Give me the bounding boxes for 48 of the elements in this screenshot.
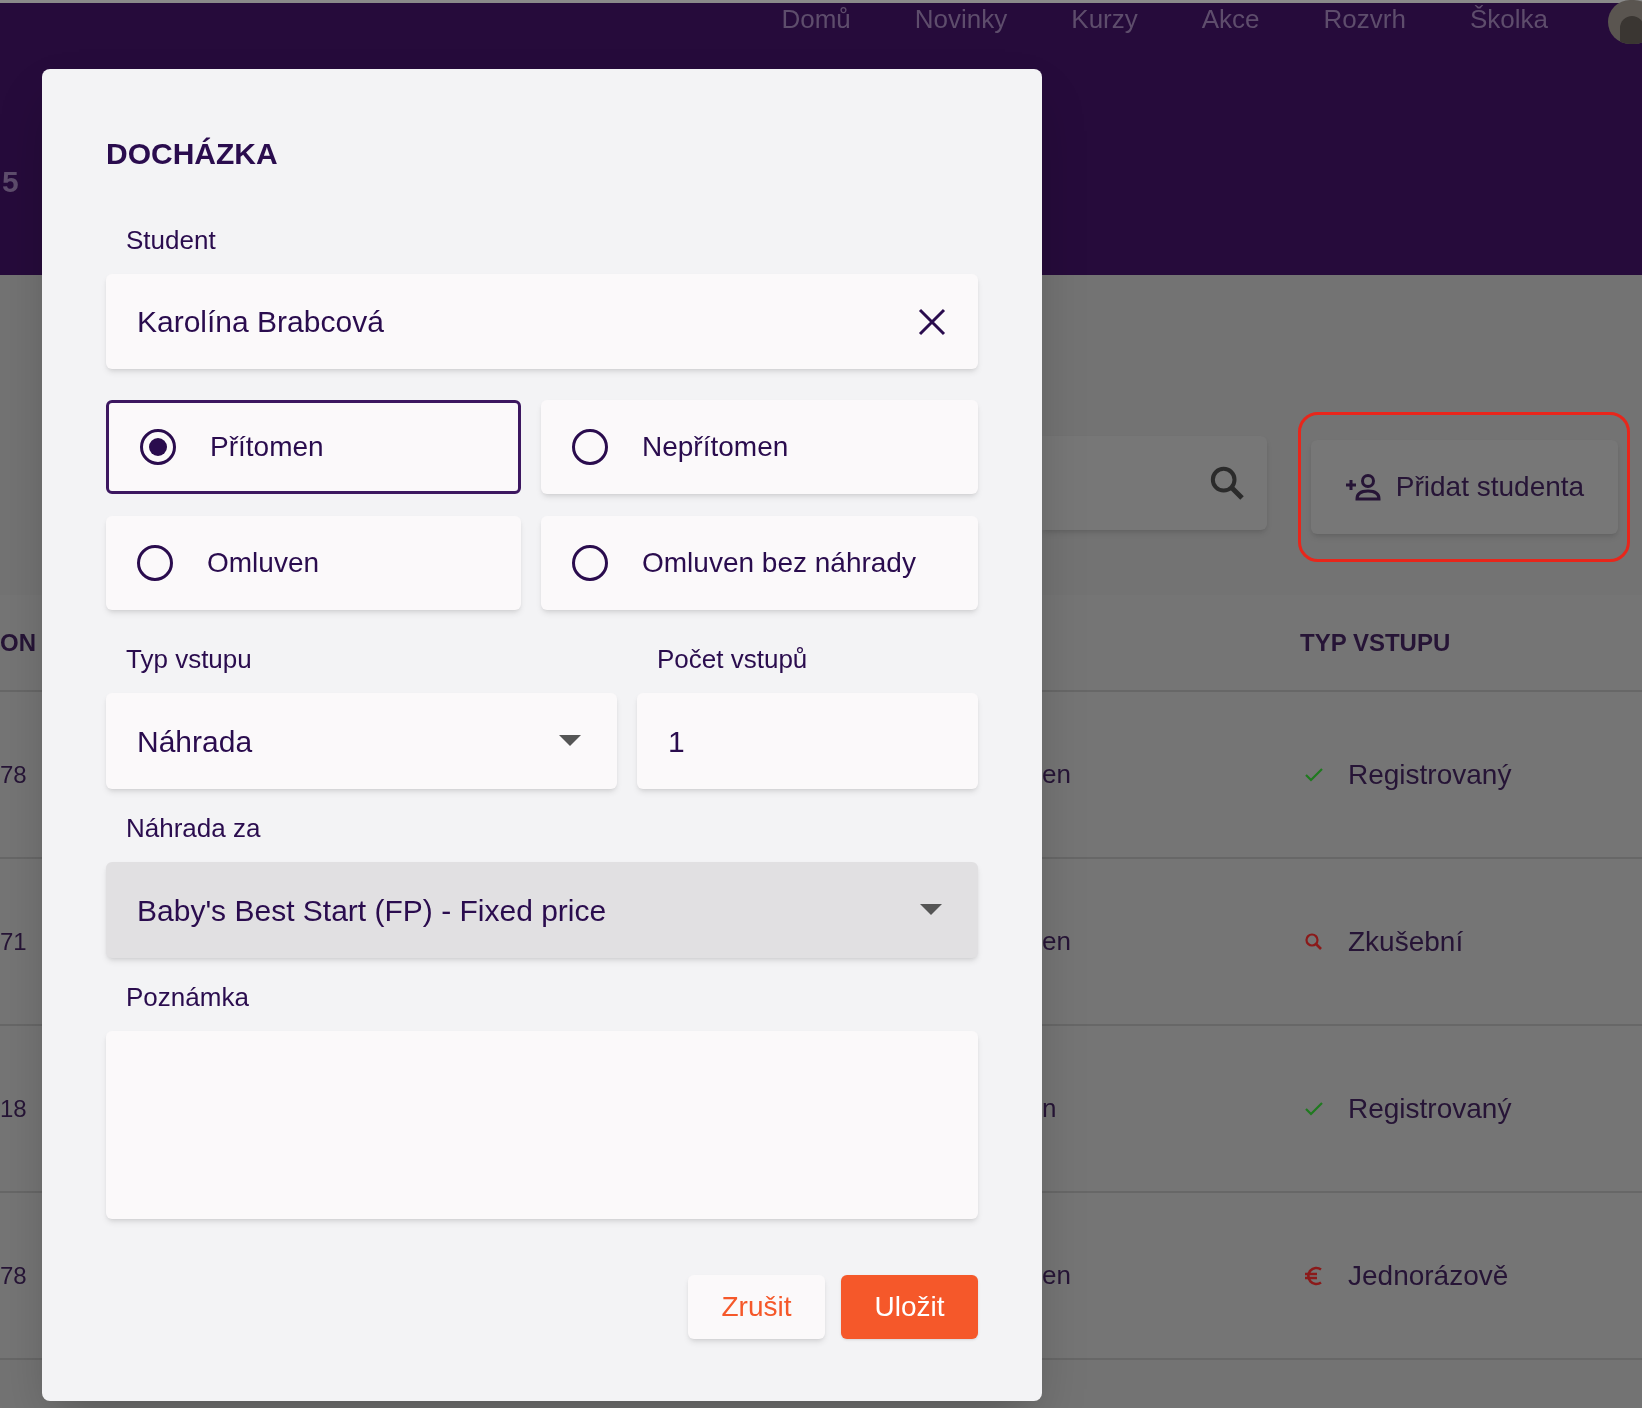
nav-link[interactable]: Školka: [1469, 3, 1548, 36]
save-button[interactable]: Uložit: [841, 1275, 978, 1339]
nav-link[interactable]: Akce: [1201, 3, 1260, 36]
cancel-button[interactable]: Zrušit: [688, 1275, 825, 1339]
table-cell: en: [1042, 759, 1071, 789]
nav-link[interactable]: Kurzy: [1071, 3, 1138, 36]
table-cell-text: Registrovaný: [1348, 757, 1512, 792]
add-student-button[interactable]: Přidat studenta: [1310, 440, 1618, 534]
radio-icon: [572, 429, 608, 465]
radio-option[interactable]: Přítomen: [106, 400, 521, 494]
radio-option[interactable]: Omluven: [106, 516, 521, 610]
radio-option[interactable]: Omluven bez náhrady: [541, 516, 978, 610]
table-cell: 71: [0, 927, 27, 955]
table-cell-text: Jednorázově: [1348, 1258, 1509, 1293]
note-field[interactable]: [106, 1031, 978, 1219]
radio-option[interactable]: Nepřítomen: [541, 400, 978, 494]
radio-icon: [572, 545, 608, 581]
close-icon[interactable]: [917, 306, 947, 337]
nav-link[interactable]: Novinky: [914, 3, 1008, 36]
entry-count-field[interactable]: 1: [637, 693, 978, 789]
field-label: Náhrada za: [125, 812, 262, 845]
radio-icon: [137, 545, 173, 581]
nav-link[interactable]: Domů: [781, 3, 851, 36]
caret-icon: [920, 904, 942, 916]
field-label: Student: [125, 224, 217, 257]
table-cell: en: [1042, 926, 1071, 956]
field-label: Typ vstupu: [125, 643, 253, 676]
table-cell-text: Registrovaný: [1348, 1091, 1512, 1126]
caret-icon: [559, 735, 581, 747]
column-header: TYP VSTUPU: [1300, 627, 1451, 658]
table-cell: en: [1042, 1260, 1071, 1290]
avatar[interactable]: [1608, 0, 1642, 44]
field-label: Poznámka: [125, 981, 250, 1014]
column-header: ON: [0, 628, 36, 656]
dialog-title: DOCHÁZKA: [106, 139, 279, 169]
table-cell: 78: [0, 1261, 27, 1289]
entry-type-select[interactable]: Náhrada: [106, 693, 617, 789]
search-field[interactable]: [1042, 436, 1267, 530]
field-label: Počet vstupů: [656, 643, 809, 676]
table-cell-text: Zkušební: [1348, 924, 1464, 959]
table-cell: 18: [0, 1094, 27, 1122]
student-field[interactable]: Karolína Brabcová: [106, 274, 978, 369]
radio-icon: [140, 429, 176, 465]
table-cell: 78: [0, 760, 27, 788]
header-text: 5: [1, 163, 19, 200]
nav-link[interactable]: Rozvrh: [1323, 3, 1406, 36]
table-cell: n: [1042, 1093, 1057, 1123]
add-person-icon: [1343, 473, 1384, 501]
